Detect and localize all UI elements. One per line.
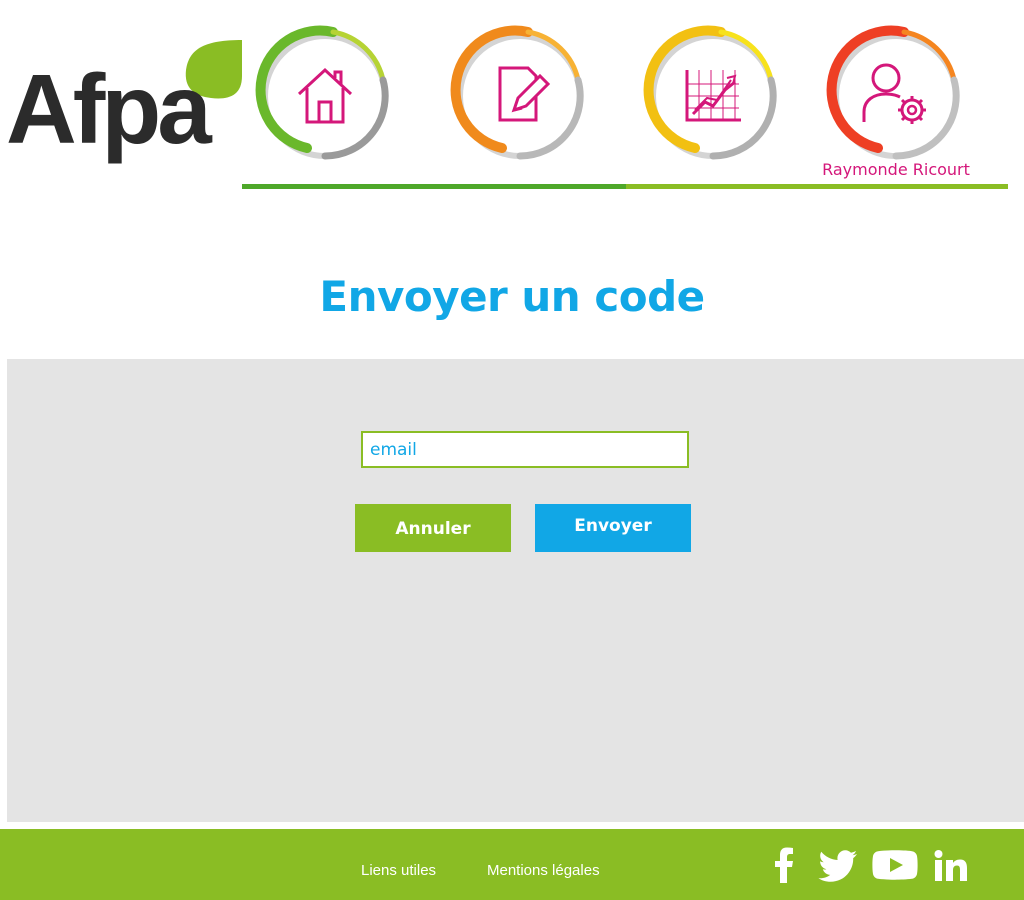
site-header: Afpa Raymonde Ricourt: [0, 0, 1024, 200]
linkedin-icon[interactable]: [934, 847, 968, 883]
edit-document-icon: [498, 66, 551, 122]
form-panel: [7, 359, 1024, 822]
youtube-icon[interactable]: [872, 847, 918, 883]
site-footer: Liens utiles Mentions légales: [0, 829, 1024, 900]
line-chart-icon: [685, 70, 741, 122]
send-button[interactable]: Envoyer: [535, 504, 691, 552]
nav-divider-active: [242, 184, 626, 189]
page-title: Envoyer un code: [319, 272, 705, 321]
nav-home[interactable]: [255, 20, 395, 170]
nav-statistics[interactable]: [643, 20, 783, 170]
user-name[interactable]: Raymonde Ricourt: [806, 160, 986, 179]
nav-edit[interactable]: [450, 20, 590, 170]
nav-user-profile[interactable]: [826, 20, 966, 170]
afpa-logo[interactable]: Afpa: [6, 38, 246, 168]
user-settings-icon: [862, 63, 926, 124]
home-icon: [297, 67, 353, 124]
logo-text: Afpa: [6, 54, 212, 164]
footer-link-legal-notice[interactable]: Mentions légales: [487, 862, 600, 879]
footer-link-useful-links[interactable]: Liens utiles: [361, 862, 436, 879]
email-field[interactable]: [361, 431, 689, 468]
cancel-button[interactable]: Annuler: [355, 504, 511, 552]
twitter-icon[interactable]: [818, 847, 858, 883]
facebook-icon[interactable]: [770, 847, 796, 883]
nav-divider: [626, 184, 1008, 189]
